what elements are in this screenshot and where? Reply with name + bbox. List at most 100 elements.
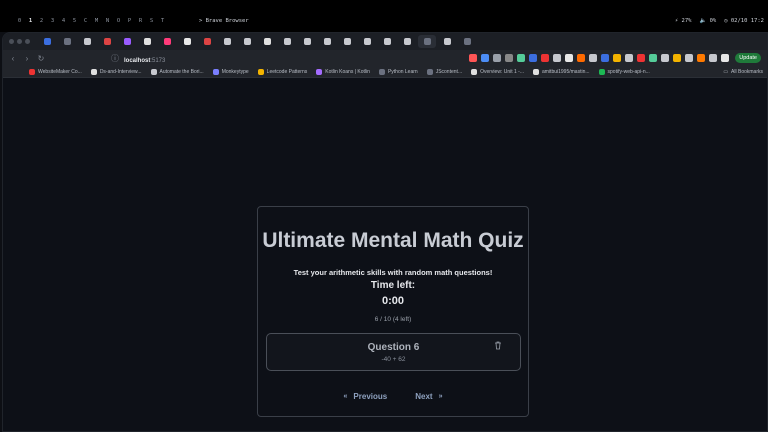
extension-icon[interactable] <box>601 54 610 62</box>
bookmark-favicon-icon <box>150 68 157 75</box>
browser-tab[interactable] <box>338 35 356 48</box>
tab-favicon-icon <box>443 38 451 45</box>
extension-icon[interactable] <box>589 54 598 62</box>
bookmark-item[interactable]: spotify-web-api-n... <box>598 68 650 75</box>
quiz-progress: 6 / 10 (4 left) <box>374 316 412 323</box>
workspace-n[interactable]: N <box>102 18 113 24</box>
bookmark-item[interactable]: Automate the Bori... <box>150 68 204 75</box>
extension-icon[interactable] <box>481 54 490 62</box>
browser-tab[interactable] <box>298 35 316 48</box>
bookmark-item[interactable]: Overview: Unit 1 -... <box>471 68 524 75</box>
workspace-r[interactable]: R <box>135 18 146 24</box>
browser-tab[interactable] <box>358 35 376 48</box>
browser-tab[interactable] <box>178 35 196 48</box>
browser-tab[interactable] <box>398 35 416 48</box>
bookmark-item[interactable]: Python Learn <box>378 68 418 75</box>
browser-tab[interactable] <box>238 35 256 48</box>
workspace-0[interactable]: 0 <box>14 18 25 24</box>
window-controls[interactable] <box>9 39 30 44</box>
extension-icon[interactable] <box>721 54 730 62</box>
extension-icon[interactable] <box>661 54 670 62</box>
extension-icon[interactable] <box>529 54 538 62</box>
browser-tab[interactable] <box>138 35 156 48</box>
extension-icon[interactable] <box>649 54 658 62</box>
bookmark-item[interactable]: WebsiteMaker Co... <box>29 68 82 75</box>
extension-icon[interactable] <box>697 54 706 62</box>
workspace-c[interactable]: C <box>80 18 91 24</box>
browser-tab[interactable] <box>278 35 296 48</box>
extension-icon[interactable] <box>613 54 622 62</box>
previous-label: Previous <box>353 392 388 401</box>
tab-favicon-icon <box>83 38 91 45</box>
browser-tab[interactable] <box>158 35 176 48</box>
quiz-title: Ultimate Mental Math Quiz <box>262 229 524 252</box>
extension-icon[interactable] <box>625 54 634 62</box>
workspace-2[interactable]: 2 <box>36 18 47 24</box>
bookmark-item[interactable]: Ds-and-Interview... <box>90 68 142 75</box>
browser-tab[interactable] <box>78 35 96 48</box>
browser-tab[interactable] <box>58 35 76 48</box>
bookmark-item[interactable]: Monkeytype <box>212 68 249 75</box>
previous-button[interactable]: « Previous <box>344 392 388 401</box>
tab-favicon-icon <box>203 38 211 45</box>
browser-tab[interactable] <box>378 35 396 48</box>
workspace-p[interactable]: P <box>124 18 135 24</box>
update-button[interactable]: Update <box>735 53 761 63</box>
all-bookmarks[interactable]: ▭ All Bookmarks <box>723 69 767 75</box>
bookmark-item[interactable]: JScontent... <box>426 68 462 75</box>
extension-icon[interactable] <box>673 54 682 62</box>
tab-list <box>38 35 476 48</box>
bookmark-favicon-icon <box>316 68 323 75</box>
workspace-t[interactable]: T <box>157 18 168 24</box>
bookmark-item[interactable]: Leetcode Patterns <box>257 68 307 75</box>
next-button[interactable]: Next » <box>415 392 442 401</box>
browser-tab[interactable] <box>218 35 236 48</box>
all-bookmarks-label: All Bookmarks <box>731 68 763 75</box>
back-icon[interactable]: ‹ <box>9 54 17 63</box>
extension-icon[interactable] <box>541 54 550 62</box>
extensions-bar <box>469 54 730 62</box>
reload-icon[interactable]: ↻ <box>37 54 45 63</box>
browser-tab[interactable] <box>118 35 136 48</box>
extension-icon[interactable] <box>505 54 514 62</box>
workspace-3[interactable]: 3 <box>47 18 58 24</box>
address-bar[interactable]: ⓘ localhost:5173 <box>111 49 165 67</box>
browser-tab[interactable] <box>318 35 336 48</box>
bookmark-favicon-icon <box>598 68 605 75</box>
browser-tab[interactable] <box>438 35 456 48</box>
workspace-5[interactable]: 5 <box>69 18 80 24</box>
workspace-4[interactable]: 4 <box>58 18 69 24</box>
extension-icon[interactable] <box>709 54 718 62</box>
browser-tab[interactable] <box>418 35 436 48</box>
bookmark-label: amitbui1995/mastin... <box>542 68 590 75</box>
bookmark-favicon-icon <box>533 68 539 75</box>
site-info-icon[interactable]: ⓘ <box>111 53 119 64</box>
extension-icon[interactable] <box>565 54 574 62</box>
extension-icon[interactable] <box>493 54 502 62</box>
workspace-list[interactable]: 012345CMNOPRST <box>14 18 168 24</box>
browser-tab[interactable] <box>258 35 276 48</box>
workspace-s[interactable]: S <box>146 18 157 24</box>
url-text: localhost:5173 <box>124 58 166 64</box>
forward-icon[interactable]: › <box>23 54 31 63</box>
browser-tab[interactable] <box>458 35 476 48</box>
browser-tab[interactable] <box>198 35 216 48</box>
browser-tab[interactable] <box>98 35 116 48</box>
tab-favicon-icon <box>363 38 371 45</box>
workspace-o[interactable]: O <box>113 18 124 24</box>
extension-icon[interactable] <box>577 54 586 62</box>
workspace-1[interactable]: 1 <box>25 18 36 24</box>
page-content: Ultimate Mental Math Quiz Test your arit… <box>3 78 767 431</box>
extension-icon[interactable] <box>469 54 478 62</box>
extension-icon[interactable] <box>553 54 562 62</box>
extension-icon[interactable] <box>685 54 694 62</box>
workspace-m[interactable]: M <box>91 18 102 24</box>
extension-icon[interactable] <box>637 54 646 62</box>
browser-toolbar: ‹ › ↻ ⓘ localhost:5173 Update <box>3 50 767 66</box>
browser-tab[interactable] <box>38 35 56 48</box>
trash-icon[interactable] <box>494 341 502 350</box>
bookmark-item[interactable]: Kotlin Koans | Kotlin <box>316 68 370 75</box>
extension-icon[interactable] <box>517 54 526 62</box>
browser-window: ‹ › ↻ ⓘ localhost:5173 Update WebsiteMak… <box>2 32 768 432</box>
bookmark-item[interactable]: amitbui1995/mastin... <box>533 68 590 75</box>
